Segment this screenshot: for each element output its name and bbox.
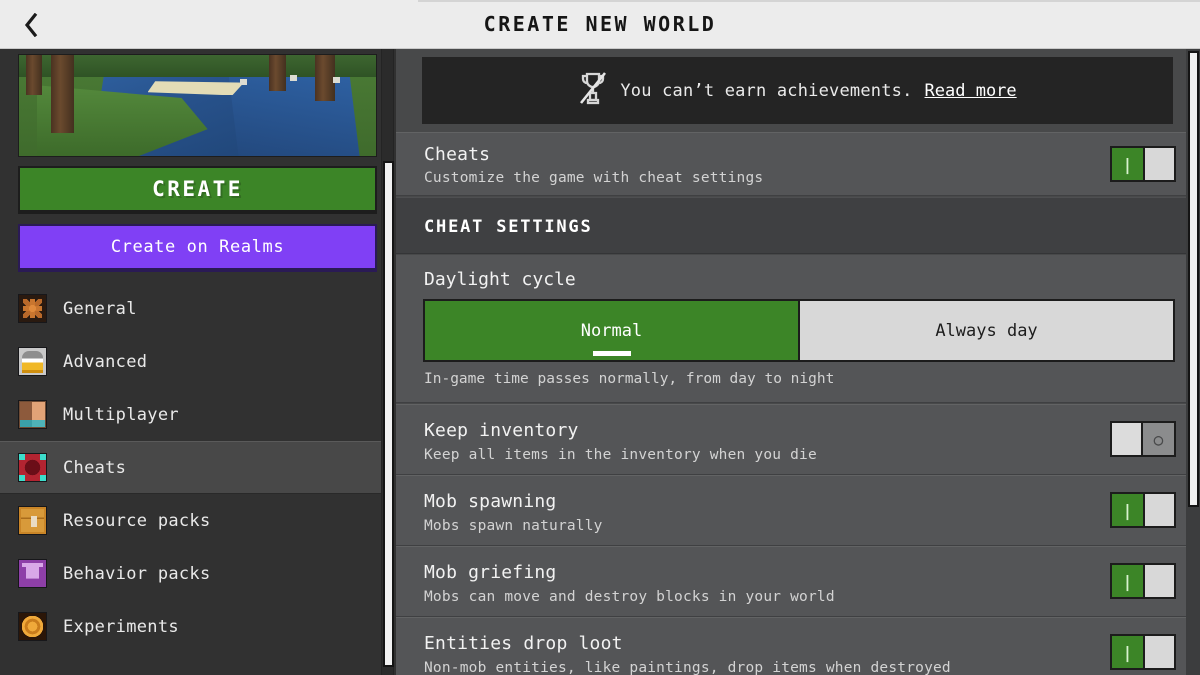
sidebar-item-behavior-packs[interactable]: Behavior packs bbox=[0, 547, 383, 600]
toggle-on-glyph: | bbox=[1112, 494, 1143, 526]
toggle-knob bbox=[1143, 148, 1174, 180]
sidebar-item-multiplayer[interactable]: Multiplayer bbox=[0, 388, 383, 441]
general-icon bbox=[18, 294, 47, 323]
advanced-icon bbox=[18, 347, 47, 376]
page-title: CREATE NEW WORLD bbox=[0, 12, 1200, 36]
sidebar-item-label: Experiments bbox=[63, 617, 179, 637]
chevron-left-icon bbox=[23, 13, 38, 37]
section-header-label: CHEAT SETTINGS bbox=[424, 217, 593, 237]
settings-panel: You can’t earn achievements. Read more C… bbox=[396, 49, 1200, 675]
experiments-icon bbox=[18, 612, 47, 641]
mob-spawning-toggle[interactable]: | bbox=[1110, 492, 1176, 528]
daylight-cycle-label: Daylight cycle bbox=[424, 269, 576, 290]
resource-packs-icon bbox=[18, 506, 47, 535]
toggle-off-glyph: ○ bbox=[1143, 423, 1174, 455]
setting-description: Customize the game with cheat settings bbox=[424, 170, 763, 186]
setting-title: Entities drop loot bbox=[424, 633, 623, 654]
sidebar-item-resource-packs[interactable]: Resource packs bbox=[0, 494, 383, 547]
settings-scrollbar[interactable] bbox=[1186, 49, 1200, 675]
header-seam bbox=[418, 0, 1200, 2]
toggle-on-glyph: | bbox=[1112, 565, 1143, 597]
daylight-cycle-help-text: In-game time passes normally, from day t… bbox=[424, 371, 834, 387]
sidebar-scrollbar[interactable] bbox=[381, 49, 394, 675]
setting-row-entities-drop-loot[interactable]: Entities drop loot Non-mob entities, lik… bbox=[396, 617, 1200, 675]
sidebar-item-label: Multiplayer bbox=[63, 405, 179, 425]
mob-griefing-toggle[interactable]: | bbox=[1110, 563, 1176, 599]
no-achievements-icon bbox=[578, 70, 608, 111]
setting-row-mob-griefing[interactable]: Mob griefing Mobs can move and destroy b… bbox=[396, 546, 1200, 617]
setting-title: Mob griefing bbox=[424, 562, 556, 583]
cheats-toggle[interactable]: | bbox=[1110, 146, 1176, 182]
toggle-on-glyph: | bbox=[1112, 636, 1143, 668]
sidebar-item-experiments[interactable]: Experiments bbox=[0, 600, 383, 653]
sidebar-item-label: General bbox=[63, 299, 137, 319]
sidebar-scrollbar-thumb[interactable] bbox=[383, 161, 394, 667]
setting-description: Mobs can move and destroy blocks in your… bbox=[424, 589, 835, 605]
create-button[interactable]: CREATE bbox=[18, 166, 377, 214]
setting-row-mob-spawning[interactable]: Mob spawning Mobs spawn naturally | bbox=[396, 475, 1200, 546]
daylight-cycle-segmented-control[interactable]: Normal Always day bbox=[423, 299, 1175, 362]
top-header-bar: CREATE NEW WORLD bbox=[0, 0, 1200, 49]
sidebar: CREATE Create on Realms General Advanced… bbox=[0, 49, 383, 675]
sidebar-item-label: Behavior packs bbox=[63, 564, 211, 584]
back-button[interactable] bbox=[8, 4, 52, 46]
sidebar-item-general[interactable]: General bbox=[0, 282, 383, 335]
daylight-option-normal[interactable]: Normal bbox=[425, 301, 798, 360]
create-new-world-screen: CREATE NEW WORLD CREATE Create on Realms bbox=[0, 0, 1200, 675]
setting-daylight-cycle: Daylight cycle Normal Always day In-game… bbox=[396, 255, 1200, 403]
setting-description: Non-mob entities, like paintings, drop i… bbox=[424, 660, 951, 675]
setting-title: Keep inventory bbox=[424, 420, 579, 441]
settings-scrollbar-thumb[interactable] bbox=[1188, 51, 1199, 507]
create-button-label: CREATE bbox=[152, 177, 243, 201]
setting-description: Mobs spawn naturally bbox=[424, 518, 603, 534]
toggle-knob bbox=[1143, 565, 1174, 597]
sidebar-item-advanced[interactable]: Advanced bbox=[0, 335, 383, 388]
achievements-banner: You can’t earn achievements. Read more bbox=[422, 57, 1173, 124]
toggle-knob bbox=[1112, 423, 1143, 455]
behavior-packs-icon bbox=[18, 559, 47, 588]
toggle-on-glyph: | bbox=[1112, 148, 1143, 180]
world-preview-thumbnail bbox=[18, 54, 377, 157]
setting-row-keep-inventory[interactable]: Keep inventory Keep all items in the inv… bbox=[396, 404, 1200, 475]
create-on-realms-button[interactable]: Create on Realms bbox=[18, 224, 377, 272]
setting-title: Cheats bbox=[424, 144, 490, 165]
cheats-icon bbox=[18, 453, 47, 482]
sidebar-item-cheats[interactable]: Cheats bbox=[0, 441, 383, 494]
entities-drop-loot-toggle[interactable]: | bbox=[1110, 634, 1176, 670]
sidebar-item-label: Cheats bbox=[63, 458, 126, 478]
sidebar-item-label: Resource packs bbox=[63, 511, 211, 531]
multiplayer-icon bbox=[18, 400, 47, 429]
toggle-knob bbox=[1143, 636, 1174, 668]
setting-title: Mob spawning bbox=[424, 491, 556, 512]
sidebar-nav-list: General Advanced Multiplayer Cheats Reso… bbox=[0, 282, 383, 653]
daylight-option-always-day[interactable]: Always day bbox=[798, 301, 1173, 360]
setting-row-cheats[interactable]: Cheats Customize the game with cheat set… bbox=[396, 132, 1200, 196]
toggle-knob bbox=[1143, 494, 1174, 526]
section-header-cheat-settings: CHEAT SETTINGS bbox=[396, 197, 1200, 254]
achievements-banner-text: You can’t earn achievements. bbox=[620, 81, 912, 101]
read-more-link[interactable]: Read more bbox=[925, 81, 1017, 101]
keep-inventory-toggle[interactable]: ○ bbox=[1110, 421, 1176, 457]
sidebar-item-label: Advanced bbox=[63, 352, 147, 372]
setting-description: Keep all items in the inventory when you… bbox=[424, 447, 817, 463]
create-on-realms-label: Create on Realms bbox=[111, 237, 284, 257]
